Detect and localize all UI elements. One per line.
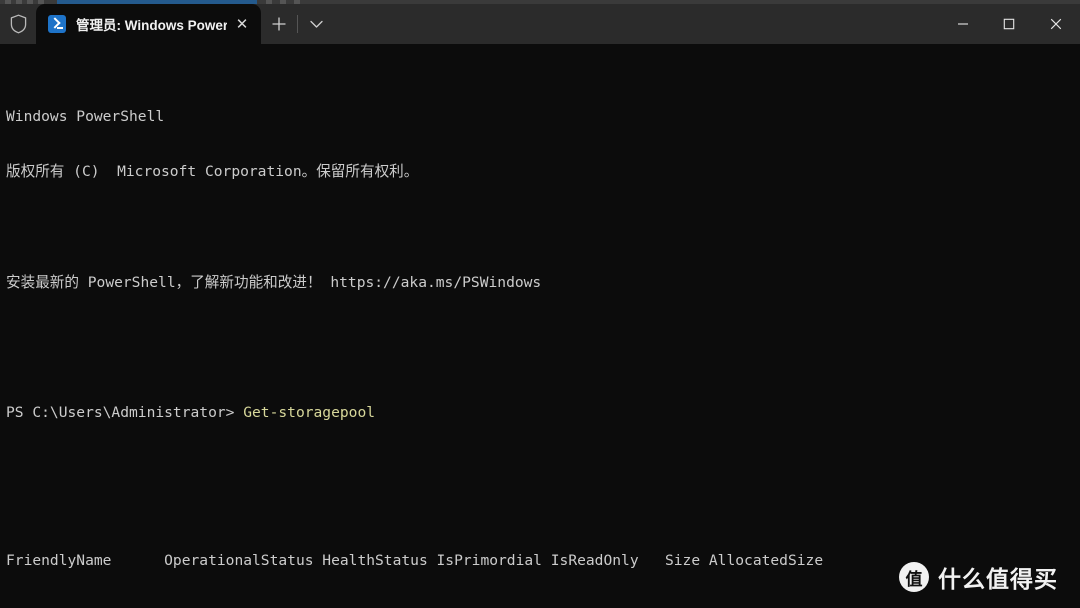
command-text: Get-storagepool (243, 403, 376, 421)
banner-line-1: Windows PowerShell (6, 107, 165, 125)
close-icon[interactable]: ✕ (227, 9, 257, 39)
new-tab-button[interactable] (261, 4, 297, 44)
tab-title: 管理员: Windows PowerShell (76, 18, 227, 33)
banner-line-4: 安装最新的 PowerShell，了解新功能和改进！ https://aka.m… (6, 274, 542, 291)
banner-blank-2 (6, 330, 1080, 349)
minimize-button[interactable] (940, 4, 986, 44)
close-window-button[interactable] (1032, 4, 1080, 44)
shield-icon (0, 4, 36, 44)
title-bar: 管理员: Windows PowerShell ✕ (0, 4, 1080, 44)
title-bar-spacer (334, 4, 940, 44)
watermark: 值 什么值得买 (899, 560, 1058, 594)
banner-blank-1 (6, 219, 1080, 238)
watermark-logo-icon: 值 (899, 562, 929, 592)
prompt-line-command: PS C:\Users\Administrator> Get-storagepo… (6, 404, 1080, 423)
chevron-down-icon[interactable] (298, 4, 334, 44)
window-controls (940, 4, 1080, 44)
banner-line-2: 版权所有 (C) Microsoft Corporation。保留所有权利。 (6, 163, 419, 180)
powershell-icon (48, 15, 66, 33)
output-blank-1 (6, 478, 1080, 497)
powershell-window: 管理员: Windows PowerShell ✕ (0, 0, 1080, 608)
terminal-output[interactable]: Windows PowerShell 版权所有 (C) Microsoft Co… (0, 44, 1080, 608)
watermark-text: 什么值得买 (938, 566, 1058, 592)
maximize-button[interactable] (986, 4, 1032, 44)
tab-powershell[interactable]: 管理员: Windows PowerShell ✕ (36, 4, 261, 44)
prompt-text: PS C:\Users\Administrator> (6, 403, 244, 421)
